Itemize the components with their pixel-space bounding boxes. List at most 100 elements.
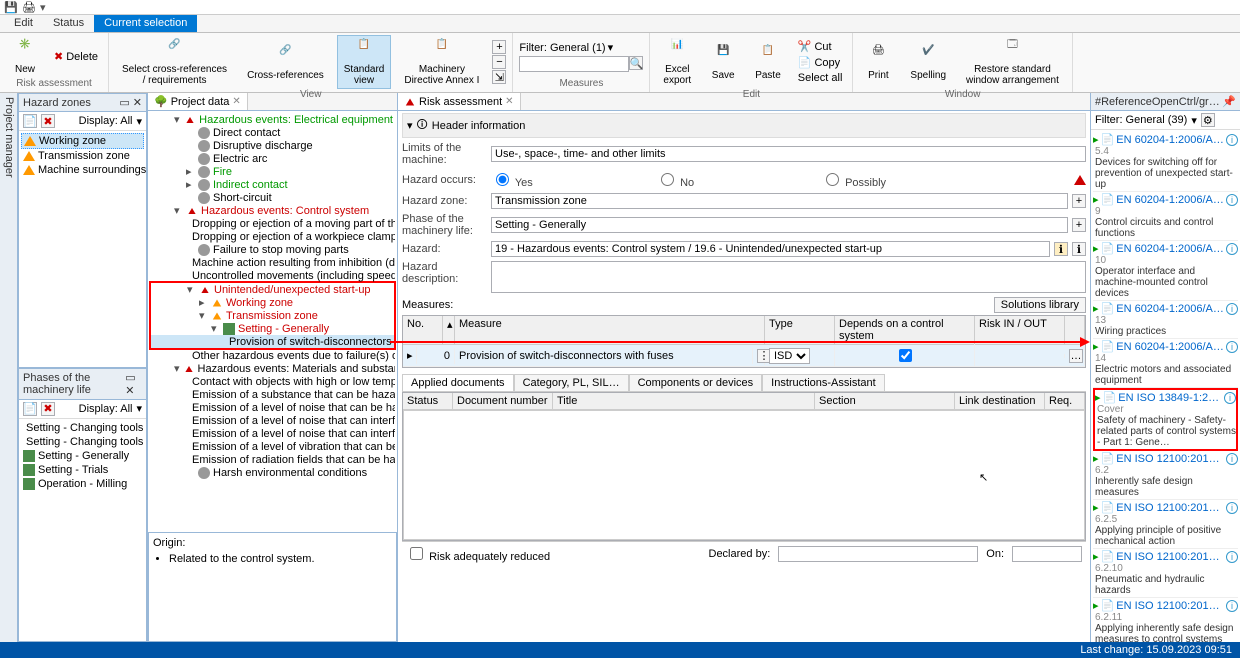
col-section[interactable]: Section	[815, 393, 955, 409]
hazard-zone-item[interactable]: Machine surroundings	[21, 163, 144, 177]
info-icon[interactable]: i	[1226, 243, 1238, 255]
project-manager-side-tab[interactable]: Project manager	[0, 93, 18, 642]
spelling-button[interactable]: ✔️ Spelling	[903, 41, 953, 84]
hazard-zone-field[interactable]: Transmission zone	[491, 193, 1068, 209]
copy-button[interactable]: 📄Copy	[794, 55, 847, 70]
crossrefs-button[interactable]: 🔗 Cross-references	[240, 41, 331, 84]
hazard-info-icon[interactable]: ℹ	[1054, 242, 1068, 256]
limits-field[interactable]: Use-, space-, time- and other limits	[491, 146, 1086, 162]
zoom-out-icon[interactable]: −	[492, 55, 506, 69]
ref-add-icon[interactable]: ▸	[1093, 242, 1099, 255]
reference-list[interactable]: ▸📄EN 60204-1:2006/A…i5.4Devices for swit…	[1091, 130, 1240, 642]
delete-zone-icon[interactable]: ✖	[41, 114, 55, 128]
new-zone-icon[interactable]: 📄	[23, 114, 37, 128]
radio-no[interactable]: No	[656, 170, 741, 189]
tree-node[interactable]: ▾Hazardous events: Electrical equipment	[150, 113, 395, 126]
info-icon[interactable]: i	[1226, 194, 1238, 206]
select-all-button[interactable]: Select all	[794, 71, 847, 85]
info-icon[interactable]: i	[1226, 134, 1238, 146]
info-icon[interactable]: i	[1224, 392, 1236, 404]
col-sort-icon[interactable]: ▴	[443, 316, 455, 344]
header-info-collapse[interactable]: ▾ 🛈 Header information	[402, 113, 1086, 138]
standard-view-button[interactable]: 📋 Standard view	[337, 35, 392, 89]
tree-node[interactable]: ▾Setting - Generally	[151, 322, 394, 335]
radio-yes[interactable]: Yes	[491, 170, 576, 189]
info-icon[interactable]: i	[1226, 502, 1238, 514]
expand-icon[interactable]: ⇲	[492, 70, 506, 84]
tree-node[interactable]: Emission of a level of vibration that ca…	[150, 440, 395, 453]
tree-node[interactable]: Emission of a substance that can be haza…	[150, 388, 395, 401]
reference-item[interactable]: ▸📄EN ISO 13849-1:2023iCoverSafety of mac…	[1093, 388, 1238, 451]
tree-node[interactable]: ▾Unintended/unexpected start-up	[151, 283, 394, 296]
tree-node[interactable]: Direct contact	[150, 126, 395, 139]
delete-phase-icon[interactable]: ✖	[41, 402, 55, 416]
excel-export-button[interactable]: 📊 Excel export	[656, 35, 698, 89]
tree-node[interactable]: Failure to stop moving parts	[150, 243, 395, 256]
tree-node[interactable]: ▾Hazardous events: Materials and substan…	[150, 362, 395, 375]
ltab-applied[interactable]: Applied documents	[402, 374, 514, 391]
hazard-help-icon[interactable]: ℹ	[1072, 242, 1086, 256]
reference-item[interactable]: ▸📄EN ISO 12100:2010…i6.2Inherently safe …	[1093, 451, 1238, 500]
add-zone-icon[interactable]: +	[1072, 194, 1086, 208]
col-link[interactable]: Link destination	[955, 393, 1045, 409]
chevron-down-icon[interactable]: ▾	[136, 402, 142, 415]
pin-icon[interactable]: 📌	[1222, 95, 1236, 108]
ref-add-icon[interactable]: ▸	[1095, 391, 1101, 404]
reference-item[interactable]: ▸📄EN ISO 12100:2010…i6.2.10Pneumatic and…	[1093, 549, 1238, 598]
measures-grid-row[interactable]: ▸ 0 Provision of switch-disconnectors wi…	[403, 345, 1085, 367]
phase-item[interactable]: Setting - Changing tools (2)	[21, 435, 144, 449]
applied-docs-body[interactable]: ↖	[403, 410, 1085, 540]
tree-node[interactable]: Machine action resulting from inhibition…	[150, 256, 395, 269]
tree-node[interactable]: Emission of a level of noise that can be…	[150, 401, 395, 414]
hazard-zone-item[interactable]: Transmission zone	[21, 149, 144, 163]
tree-node[interactable]: ▸Fire	[150, 165, 395, 178]
tree-node[interactable]: ▸Working zone	[151, 296, 394, 309]
type-select[interactable]: ISD	[769, 348, 810, 364]
restore-window-button[interactable]: 🗔 Restore standard window arrangement	[959, 35, 1066, 89]
ref-add-icon[interactable]: ▸	[1093, 599, 1099, 612]
cut-button[interactable]: ✂️Cut	[794, 39, 847, 54]
zoom-in-icon[interactable]: +	[492, 40, 506, 54]
reference-item[interactable]: ▸📄EN 60204-1:2006/A…i9Control circuits a…	[1093, 192, 1238, 241]
col-no[interactable]: No.	[403, 316, 443, 344]
reference-item[interactable]: ▸📄EN 60204-1:2006/A…i10Operator interfac…	[1093, 241, 1238, 301]
chevron-down-icon[interactable]: ▾	[1191, 114, 1197, 127]
hazard-desc-field[interactable]	[491, 261, 1086, 293]
info-icon[interactable]: i	[1226, 303, 1238, 315]
tree-node[interactable]: ▾Transmission zone	[151, 309, 394, 322]
tree-node[interactable]: Electric arc	[150, 152, 395, 165]
col-risk[interactable]: Risk IN / OUT	[975, 316, 1065, 344]
on-date-input[interactable]	[1012, 546, 1082, 562]
hazard-zone-item[interactable]: Working zone	[21, 133, 144, 149]
print-icon[interactable]: 🖨	[22, 1, 34, 13]
row-menu-icon[interactable]: …	[1069, 349, 1083, 363]
tree-node[interactable]: Disruptive discharge	[150, 139, 395, 152]
tree-node[interactable]: Harsh environmental conditions	[150, 466, 395, 479]
radio-possibly[interactable]: Possibly	[821, 170, 906, 189]
save-button[interactable]: 💾 Save	[704, 41, 742, 84]
save-icon[interactable]: 💾	[4, 1, 16, 13]
ltab-components[interactable]: Components or devices	[629, 374, 763, 391]
tree-node[interactable]: Other hazardous events due to failure(s)…	[150, 349, 395, 362]
col-measure[interactable]: Measure	[455, 316, 765, 344]
col-req[interactable]: Req.	[1045, 393, 1085, 409]
info-icon[interactable]: i	[1226, 551, 1238, 563]
tree-node[interactable]: ▾Hazardous events: Control system	[150, 204, 395, 217]
tree-node[interactable]: Provision of switch-disconnectors wit…	[151, 335, 394, 348]
col-type[interactable]: Type	[765, 316, 835, 344]
tab-current-selection[interactable]: Current selection	[94, 15, 197, 32]
declared-by-input[interactable]	[778, 546, 978, 562]
info-icon[interactable]: i	[1226, 341, 1238, 353]
col-title[interactable]: Title	[553, 393, 815, 409]
col-depends[interactable]: Depends on a control system	[835, 316, 975, 344]
ref-add-icon[interactable]: ▸	[1093, 452, 1099, 465]
print-button[interactable]: 🖨 Print	[859, 41, 897, 84]
chevron-down-icon[interactable]: ▾	[136, 115, 142, 128]
tree-node[interactable]: Emission of radiation fields that can be…	[150, 453, 395, 466]
phase-item[interactable]: Setting - Trials	[21, 463, 144, 477]
hazard-field[interactable]: 19 - Hazardous events: Control system / …	[491, 241, 1050, 257]
display-dropdown[interactable]: Display: All	[79, 403, 133, 415]
ltab-category[interactable]: Category, PL, SIL…	[514, 374, 629, 391]
ref-add-icon[interactable]: ▸	[1093, 550, 1099, 563]
ref-options-icon[interactable]: ⚙	[1201, 113, 1215, 127]
